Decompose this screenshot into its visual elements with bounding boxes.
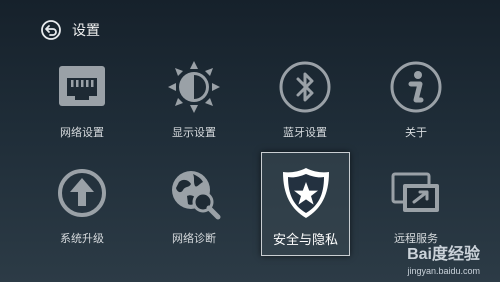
- tile-network-settings[interactable]: 网络设置: [37, 50, 127, 148]
- tile-security-privacy[interactable]: 安全与隐私: [261, 152, 350, 256]
- tile-system-upgrade[interactable]: 系统升级: [37, 156, 127, 254]
- tile-bluetooth-settings[interactable]: 蓝牙设置: [260, 50, 350, 148]
- info-icon: [389, 60, 443, 114]
- tile-label: 网络设置: [60, 126, 104, 139]
- upgrade-arrow-icon: [55, 166, 109, 220]
- bluetooth-icon: [278, 60, 332, 114]
- watermark: Bai度经验 jingyan.baidu.com: [407, 240, 480, 276]
- tile-label: 关于: [405, 126, 427, 139]
- tile-label: 网络诊断: [172, 232, 216, 245]
- tile-label: 显示设置: [172, 126, 216, 139]
- remote-screen-icon: [389, 166, 443, 220]
- page-title: 设置: [72, 23, 100, 39]
- back-arrow-icon[interactable]: [40, 19, 62, 41]
- watermark-url: jingyan.baidu.com: [407, 266, 480, 276]
- tile-label: 蓝牙设置: [283, 126, 327, 139]
- tile-display-settings[interactable]: 显示设置: [149, 50, 239, 148]
- tile-label: 系统升级: [60, 232, 104, 245]
- top-bar: 设置: [40, 18, 100, 42]
- ethernet-port-icon: [55, 60, 109, 114]
- tile-about[interactable]: 关于: [371, 50, 461, 148]
- watermark-logo: Bai度经验: [407, 246, 480, 263]
- shield-star-icon: [278, 165, 334, 221]
- brightness-icon: [167, 60, 221, 114]
- tile-label: 安全与隐私: [272, 233, 338, 248]
- globe-magnifier-icon: [167, 166, 221, 220]
- tile-network-diagnosis[interactable]: 网络诊断: [149, 156, 239, 254]
